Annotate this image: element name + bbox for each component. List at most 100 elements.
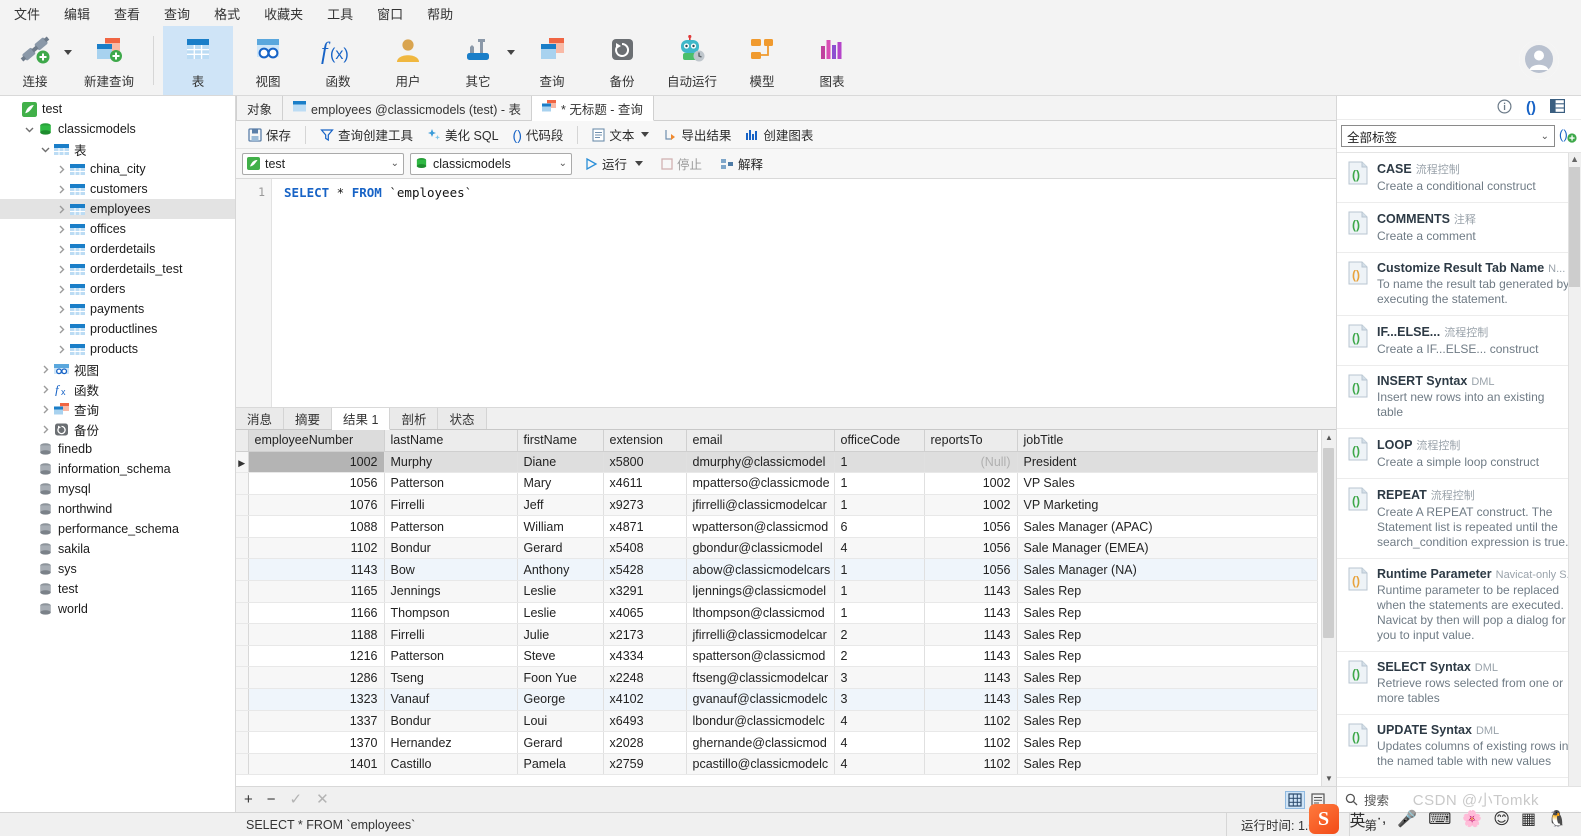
cell-firstName[interactable]: Mary: [517, 472, 604, 495]
snippet-item[interactable]: () LOOP 流程控制 Create a simple loop construct: [1337, 429, 1581, 479]
ribbon-automation-button[interactable]: 自动运行: [657, 26, 727, 95]
cell-email[interactable]: spatterson@classicmod: [686, 645, 835, 668]
snippet-item[interactable]: () Customize Result Tab Name N... To name t…: [1337, 253, 1581, 316]
menu-item-query[interactable]: 查询: [152, 0, 202, 27]
snippet-scrollbar-thumb[interactable]: [1569, 167, 1580, 287]
cell-officeCode[interactable]: 1: [834, 451, 925, 474]
cell-employeeNumber[interactable]: 1165: [248, 580, 385, 603]
cell-employeeNumber[interactable]: 1166: [248, 602, 385, 625]
row-indicator[interactable]: [236, 515, 249, 538]
tab-untitled-query[interactable]: * 无标题 - 查询: [531, 96, 654, 121]
cell-reportsTo[interactable]: (Null): [924, 451, 1018, 474]
tree-node-sys[interactable]: sys: [0, 559, 235, 579]
tree-twisty[interactable]: [54, 265, 68, 274]
tree-node-world[interactable]: world: [0, 599, 235, 619]
result-tab-4[interactable]: 状态: [438, 408, 487, 429]
cell-firstName[interactable]: Pamela: [517, 753, 604, 776]
chevron-down-icon[interactable]: [641, 132, 650, 137]
tree-node--[interactable]: 查询: [0, 399, 235, 419]
menu-item-view[interactable]: 查看: [102, 0, 152, 27]
snippets-button[interactable]: () 代码段: [507, 122, 570, 147]
remove-record-button[interactable]: −: [267, 792, 276, 807]
tree-twisty[interactable]: [38, 425, 52, 434]
cell-employeeNumber[interactable]: 1056: [248, 472, 385, 495]
cell-reportsTo[interactable]: 1143: [924, 666, 1018, 690]
ime-floating-toolbar[interactable]: S 英 ·, 🎤 ⌨ 🌸 😊 ▦ 🐧: [1301, 802, 1575, 836]
cell-employeeNumber[interactable]: 1370: [248, 731, 385, 754]
ribbon-function-button[interactable]: f (x) 函数: [303, 26, 373, 95]
row-indicator[interactable]: [236, 645, 249, 668]
cell-reportsTo[interactable]: 1143: [924, 602, 1018, 625]
tree-node-test[interactable]: test: [0, 579, 235, 599]
tree-twisty[interactable]: [38, 145, 52, 154]
scroll-down-button[interactable]: ▼: [1321, 771, 1336, 786]
save-button[interactable]: 保存: [242, 122, 297, 147]
cell-firstName[interactable]: Leslie: [517, 602, 604, 625]
cell-firstName[interactable]: Gerard: [517, 537, 604, 560]
confirm-edit-button[interactable]: ✓: [290, 792, 303, 807]
tree-node-test[interactable]: test: [0, 99, 235, 119]
snippet-item[interactable]: () Runtime Parameter Navicat-only S... Runt…: [1337, 559, 1581, 652]
sogou-logo-icon[interactable]: S: [1308, 804, 1339, 834]
cell-extension[interactable]: x5408: [603, 537, 687, 560]
cell-lastName[interactable]: Hernandez: [384, 731, 518, 754]
cell-extension[interactable]: x4102: [603, 688, 687, 711]
row-indicator[interactable]: [236, 537, 249, 560]
row-indicator[interactable]: ▶: [236, 451, 249, 474]
row-indicator[interactable]: [236, 558, 249, 582]
table-row[interactable]: 1401 Castillo Pamela x2759 pcastillo@classic…: [236, 753, 1318, 776]
cell-email[interactable]: mpatterso@classicmode: [686, 472, 835, 495]
cell-reportsTo[interactable]: 1102: [924, 710, 1018, 733]
tag-filter-select[interactable]: 全部标签 ⌄: [1341, 125, 1555, 147]
tree-node-productlines[interactable]: productlines: [0, 319, 235, 339]
cell-extension[interactable]: x2248: [603, 666, 687, 690]
table-row[interactable]: 1216 Patterson Steve x4334 spatterson@classi…: [236, 645, 1318, 668]
cell-extension[interactable]: x4065: [603, 602, 687, 625]
cell-extension[interactable]: x5428: [603, 558, 687, 582]
scroll-up-icon[interactable]: ▲: [1570, 154, 1579, 164]
tree-node-employees[interactable]: employees: [0, 199, 235, 219]
tree-twisty[interactable]: [54, 225, 68, 234]
ribbon-others-button[interactable]: 其它: [443, 26, 513, 95]
cell-jobTitle[interactable]: Sales Rep: [1017, 731, 1318, 754]
table-row[interactable]: 1165 Jennings Leslie x3291 ljennings@classic…: [236, 580, 1318, 603]
cell-jobTitle[interactable]: Sales Rep: [1017, 645, 1318, 668]
row-indicator[interactable]: [236, 710, 249, 733]
cell-lastName[interactable]: Patterson: [384, 515, 518, 538]
table-row[interactable]: 1323 Vanauf George x4102 gvanauf@classicmode…: [236, 688, 1318, 711]
cell-extension[interactable]: x5800: [603, 451, 687, 474]
cell-reportsTo[interactable]: 1002: [924, 494, 1018, 517]
info-icon[interactable]: [1497, 98, 1512, 117]
column-header-firstName[interactable]: firstName: [517, 430, 604, 452]
cell-extension[interactable]: x4611: [603, 472, 687, 495]
ribbon-model-button[interactable]: 模型: [727, 26, 797, 95]
cell-employeeNumber[interactable]: 1102: [248, 537, 385, 560]
snippet-item[interactable]: () SELECT Syntax DML Retrieve rows selected…: [1337, 652, 1581, 715]
ribbon-user-button[interactable]: 用户: [373, 26, 443, 95]
result-tab-0[interactable]: 消息: [236, 408, 285, 429]
cell-jobTitle[interactable]: Sales Manager (APAC): [1017, 515, 1318, 538]
cell-extension[interactable]: x6493: [603, 710, 687, 733]
cell-email[interactable]: lbondur@classicmodelc: [686, 710, 835, 733]
tree-node-information_schema[interactable]: information_schema: [0, 459, 235, 479]
tree-twisty[interactable]: [22, 125, 36, 134]
cell-officeCode[interactable]: 2: [834, 623, 925, 646]
cell-extension[interactable]: x9273: [603, 494, 687, 517]
cell-employeeNumber[interactable]: 1143: [248, 558, 385, 582]
column-header-reportsTo[interactable]: reportsTo: [924, 430, 1018, 452]
others-dropdown-caret[interactable]: [507, 26, 515, 95]
table-row[interactable]: ▶ 1002 Murphy Diane x5800 dmurphy@classicmode…: [236, 451, 1318, 474]
snippets-panel-icon[interactable]: (): [1526, 99, 1536, 116]
cell-extension[interactable]: x2759: [603, 753, 687, 776]
cell-lastName[interactable]: Bondur: [384, 710, 518, 733]
row-indicator[interactable]: [236, 602, 249, 625]
tree-twisty[interactable]: [54, 285, 68, 294]
tree-node-china_city[interactable]: china_city: [0, 159, 235, 179]
cell-firstName[interactable]: Gerard: [517, 731, 604, 754]
cell-email[interactable]: wpatterson@classicmod: [686, 515, 835, 538]
column-header-email[interactable]: email: [686, 430, 835, 452]
create-chart-button[interactable]: 创建图表: [739, 122, 819, 147]
cell-firstName[interactable]: Loui: [517, 710, 604, 733]
cell-jobTitle[interactable]: VP Marketing: [1017, 494, 1318, 517]
tree-twisty[interactable]: [38, 365, 52, 374]
